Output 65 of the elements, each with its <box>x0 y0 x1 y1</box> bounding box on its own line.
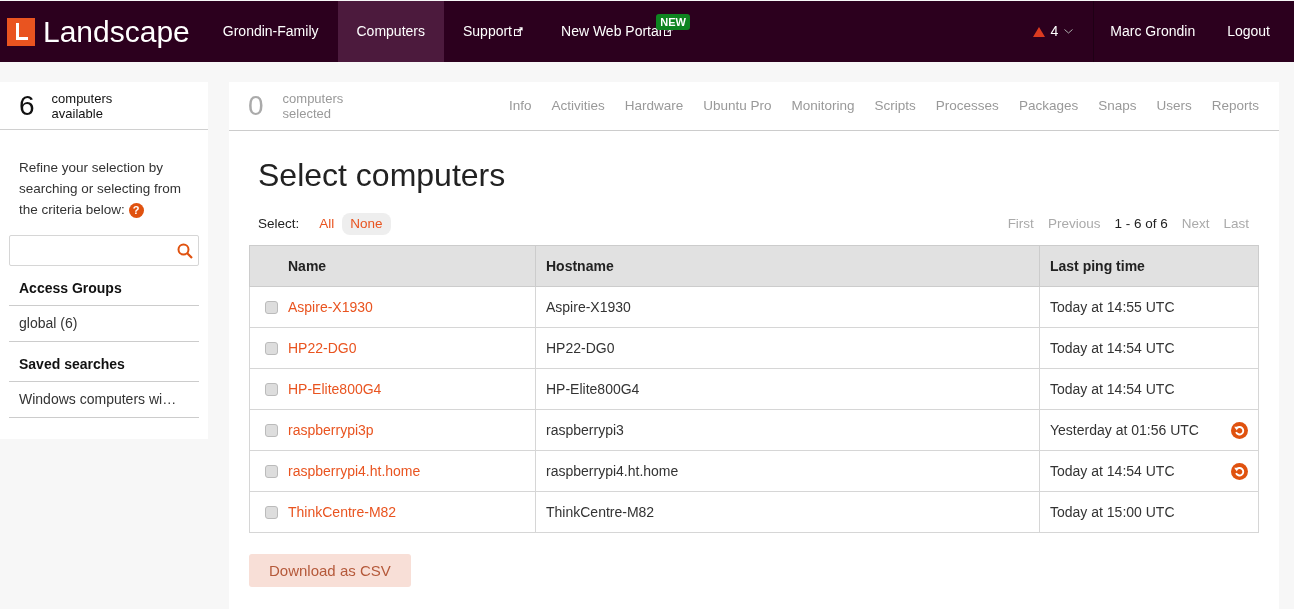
section-tab[interactable]: Info <box>498 95 542 117</box>
row-checkbox[interactable] <box>265 382 278 396</box>
ping-time: Today at 14:55 UTC <box>1050 297 1175 317</box>
logout-link[interactable]: Logout <box>1211 1 1286 62</box>
section-tab[interactable]: Packages <box>1008 95 1089 117</box>
column-header: Hostname <box>535 245 1040 287</box>
computer-link[interactable]: HP-Elite800G4 <box>288 378 382 400</box>
computer-link[interactable]: Aspire-X1930 <box>288 296 373 318</box>
computer-link[interactable]: raspberrypi3p <box>288 419 374 441</box>
row-checkbox[interactable] <box>265 300 278 314</box>
row-checkbox[interactable] <box>265 464 278 478</box>
nav-tab[interactable]: Computers <box>337 1 444 62</box>
ping-time: Yesterday at 01:56 UTC <box>1050 420 1199 440</box>
selected-count: 0 <box>248 89 264 123</box>
chevron-down-icon <box>1064 29 1074 34</box>
section-tab[interactable]: Hardware <box>614 95 694 117</box>
search-icon <box>177 242 193 259</box>
logo-text: Landscape <box>43 14 190 50</box>
search-field[interactable] <box>9 235 199 266</box>
pagination-link[interactable]: 1 - 6 of 6 <box>1114 214 1168 235</box>
row-checkbox[interactable] <box>265 341 278 355</box>
warning-icon <box>1032 26 1045 37</box>
hostname-cell: ThinkCentre-M82 <box>535 491 1040 533</box>
section-tab[interactable]: Monitoring <box>781 95 865 117</box>
row-checkbox[interactable] <box>265 505 278 519</box>
hostname-cell: HP22-DG0 <box>535 327 1040 369</box>
section-tab[interactable]: Reports <box>1201 95 1269 117</box>
help-icon[interactable]: ? <box>128 203 144 218</box>
computer-link[interactable]: ThinkCentre-M82 <box>288 501 397 523</box>
hostname-cell: raspberrypi3 <box>535 409 1040 451</box>
ping-time: Today at 14:54 UTC <box>1050 379 1175 399</box>
count-label: computers selected <box>282 91 345 121</box>
section-heading: Saved searches <box>9 354 199 382</box>
select-option[interactable]: None <box>342 213 391 236</box>
nav-tab[interactable]: Grondin-Family <box>203 1 338 62</box>
section-tab[interactable]: Processes <box>925 95 1009 117</box>
computer-link[interactable]: HP22-DG0 <box>288 337 357 359</box>
ping-time: Today at 15:00 UTC <box>1050 502 1175 522</box>
row-checkbox[interactable] <box>265 423 278 437</box>
column-header: Last ping time <box>1039 245 1259 287</box>
page-title: Select computers <box>257 156 507 195</box>
hostname-cell: Aspire-X1930 <box>535 286 1040 328</box>
new-badge: NEW <box>656 14 690 30</box>
section-tab[interactable]: Users <box>1146 95 1202 117</box>
criteria-item[interactable]: Windows computers wi… <box>9 382 199 418</box>
alerts-button[interactable]: 4 <box>1012 1 1094 62</box>
column-header: Name <box>249 245 536 287</box>
intro-text: Refine your selection by searching or selecting from the criteria below: ? <box>18 159 183 220</box>
select-label: Select: <box>258 215 300 233</box>
hostname-cell: raspberrypi4.ht.home <box>535 450 1040 492</box>
hostname-cell: HP-Elite800G4 <box>535 368 1040 410</box>
section-tab[interactable]: Scripts <box>864 95 926 117</box>
nav-tab[interactable]: Support <box>443 1 542 62</box>
user-link[interactable]: Marc Grondin <box>1093 1 1212 62</box>
logo-icon <box>7 17 35 46</box>
count-label: computers available <box>51 90 114 121</box>
select-option[interactable]: All <box>311 213 343 236</box>
section-heading: Access Groups <box>9 278 199 306</box>
criteria-item[interactable]: global (6) <box>9 306 199 342</box>
section-tab[interactable]: Snaps <box>1088 95 1147 117</box>
ping-time: Today at 14:54 UTC <box>1050 338 1175 358</box>
computer-count: 6 <box>19 88 35 123</box>
section-tab[interactable]: Ubuntu Pro <box>693 95 782 117</box>
ping-time: Today at 14:54 UTC <box>1050 461 1175 481</box>
section-tab[interactable]: Activities <box>541 95 615 117</box>
